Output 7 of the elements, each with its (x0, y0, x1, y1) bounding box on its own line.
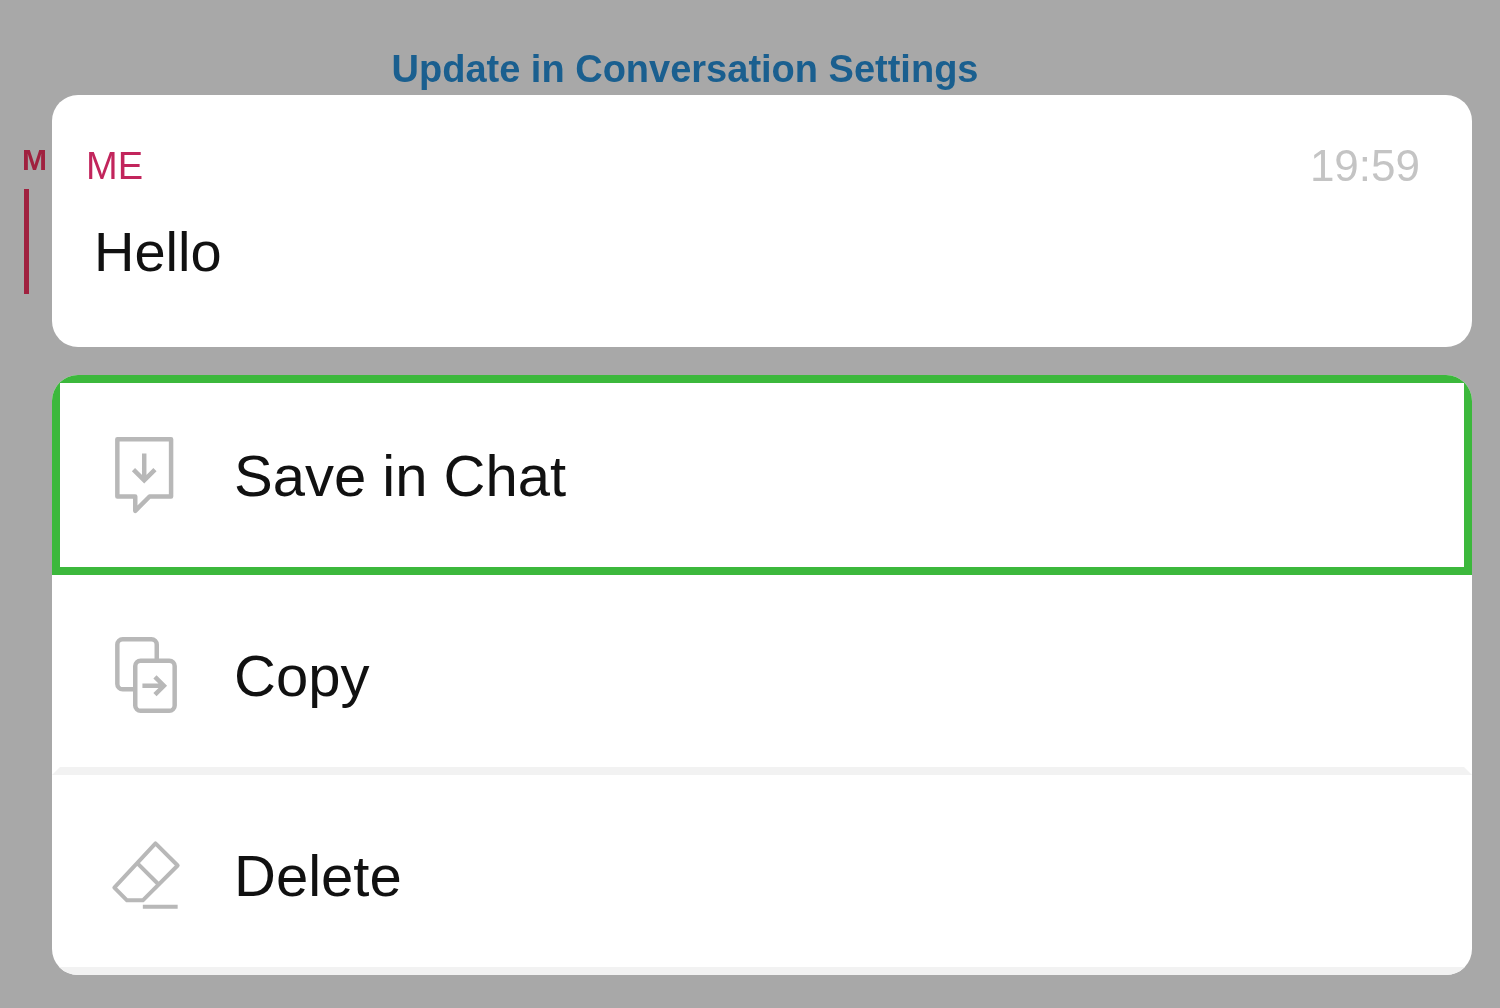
message-text: Hello (94, 219, 223, 284)
menu-item[interactable]: Copy (52, 575, 1472, 775)
message-time: 19:59 (1309, 141, 1420, 191)
sender-name: ME (86, 144, 143, 188)
menu-item[interactable]: Save in Chat (52, 375, 1472, 575)
menu-item[interactable]: Delete (52, 775, 1472, 975)
sender-initial: M (22, 143, 46, 177)
